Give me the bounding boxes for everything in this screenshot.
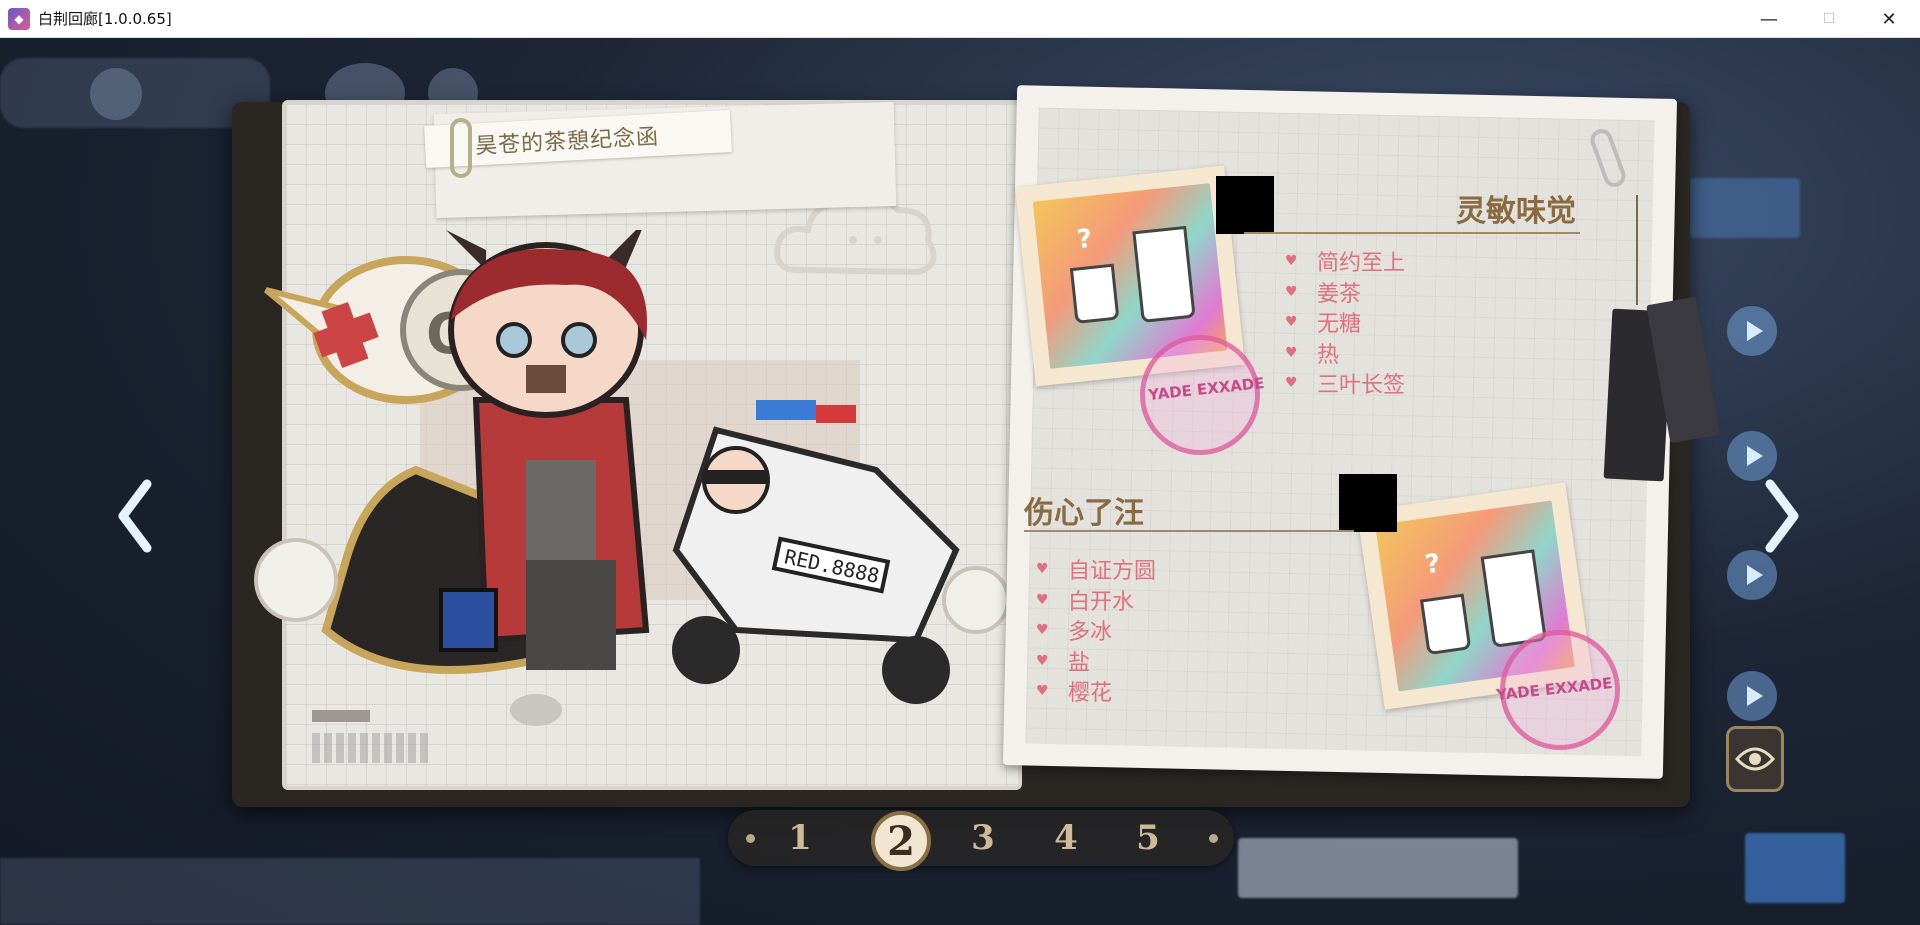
redacted-block-1 xyxy=(1216,176,1274,234)
character-illustration: OK RED.8888 xyxy=(254,230,1010,726)
window-title: 白荆回廊[1.0.0.65] xyxy=(38,10,172,28)
list-item: ♥ 多冰 xyxy=(1036,620,1113,646)
chevron-right-icon[interactable] xyxy=(1762,478,1802,554)
heart-icon: ♥ xyxy=(1285,253,1298,270)
section-list-2: ♥ 自证方圆 ♥ 白开水 ♥ 多冰 ♥ 盐 ♥ 樱花 xyxy=(1036,554,1156,707)
side-play-icon-3 xyxy=(1727,550,1777,600)
heart-icon: ♥ xyxy=(1036,561,1049,578)
blurred-side-tab xyxy=(1690,178,1800,238)
cup-icon xyxy=(1480,549,1547,648)
tag-string xyxy=(1636,195,1638,305)
page-5-button[interactable]: 5 xyxy=(1123,810,1173,866)
eye-icon xyxy=(1735,747,1775,771)
section-rule-1 xyxy=(1244,232,1580,234)
close-button[interactable]: ✕ xyxy=(1860,0,1918,38)
page-4-button[interactable]: 4 xyxy=(1041,810,1091,866)
redacted-block-2 xyxy=(1339,474,1397,532)
heart-icon: ♥ xyxy=(1285,375,1298,392)
list-item: ♥ 白开水 xyxy=(1036,589,1135,615)
heart-icon: ♥ xyxy=(1036,652,1049,669)
chevron-left-icon[interactable] xyxy=(115,478,155,554)
side-play-icon-4 xyxy=(1727,671,1777,721)
page-selector: 1 2 3 4 5 xyxy=(728,810,1234,871)
pager-right-dot xyxy=(1209,834,1218,843)
section-list-1: ♥ 简约至上 ♥ 姜茶 ♥ 无糖 ♥ 热 ♥ 三叶长签 xyxy=(1285,246,1405,399)
cup-icon xyxy=(1069,263,1120,324)
list-item: ♥ 简约至上 xyxy=(1285,251,1406,277)
blurred-bottom-button xyxy=(1238,838,1518,898)
question-mark-icon: ? xyxy=(1423,548,1443,581)
side-play-icon-1 xyxy=(1727,306,1777,356)
letter-title: 昊苍的茶憩纪念函 xyxy=(474,124,660,160)
cup-icon xyxy=(1419,593,1472,656)
heart-icon: ♥ xyxy=(1285,344,1298,361)
list-item: ♥ 盐 xyxy=(1036,650,1091,676)
heart-icon: ♥ xyxy=(1036,591,1049,608)
window-titlebar: ◆ 白荆回廊[1.0.0.65] — ☐ ✕ xyxy=(0,0,1920,38)
side-play-icon-2 xyxy=(1727,431,1777,481)
heart-icon: ♥ xyxy=(1285,283,1298,300)
list-item: ♥ 热 xyxy=(1285,342,1340,368)
list-item: ♥ 无糖 xyxy=(1285,312,1362,338)
page-2-button-active[interactable]: 2 xyxy=(871,811,931,871)
blurred-confirm-button xyxy=(1745,833,1845,903)
pager-left-dot xyxy=(746,834,755,843)
blurred-bottom-bar xyxy=(0,858,700,925)
list-item: ♥ 樱花 xyxy=(1036,681,1113,707)
heart-icon: ♥ xyxy=(1285,314,1298,331)
heart-icon: ♥ xyxy=(1036,683,1049,700)
blurred-back-icon xyxy=(90,68,142,120)
section-title-2: 伤心了汪 xyxy=(1024,496,1144,531)
list-item: ♥ 姜茶 xyxy=(1285,281,1362,307)
section-rule-2 xyxy=(1024,530,1354,532)
page-3-button[interactable]: 3 xyxy=(958,810,1008,866)
minimize-button[interactable]: — xyxy=(1740,0,1798,38)
maximize-button[interactable]: ☐ xyxy=(1800,0,1858,38)
app-icon: ◆ xyxy=(8,7,30,30)
heart-icon: ♥ xyxy=(1036,622,1049,639)
view-toggle-button[interactable] xyxy=(1726,726,1784,792)
list-item: ♥ 三叶长签 xyxy=(1285,373,1406,399)
paperclip-icon xyxy=(450,118,472,178)
list-item: ♥ 自证方圆 xyxy=(1036,559,1157,585)
question-mark-icon: ? xyxy=(1075,223,1094,256)
section-title-1: 灵敏味觉 xyxy=(1456,194,1576,229)
page-1-button[interactable]: 1 xyxy=(775,810,825,866)
cup-icon xyxy=(1132,225,1196,324)
